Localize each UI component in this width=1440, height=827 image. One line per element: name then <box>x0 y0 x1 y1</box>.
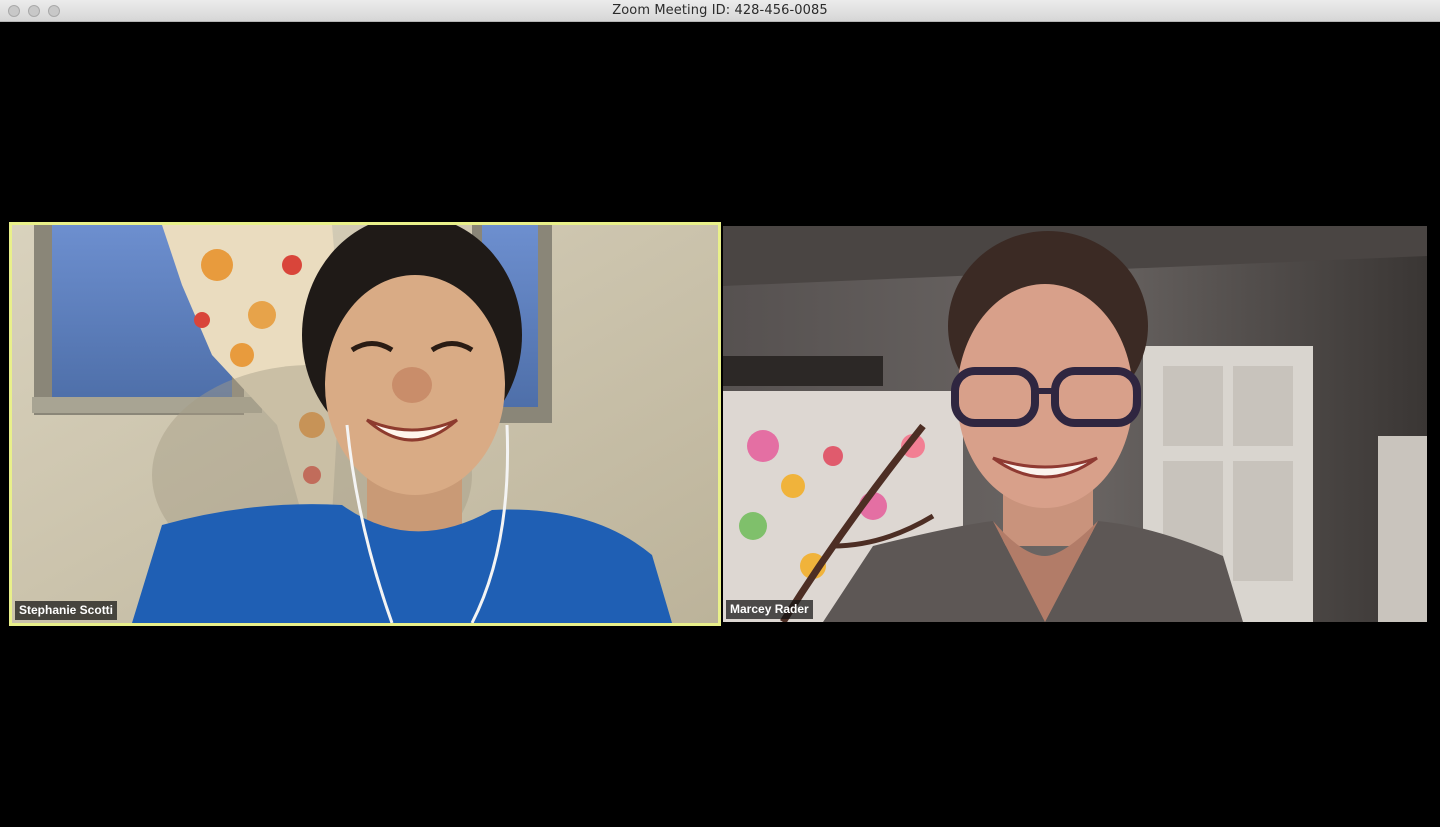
participant-name-label: Marcey Rader <box>726 600 813 619</box>
participant-video-feed <box>12 225 718 623</box>
zoom-window: Zoom Meeting ID: 428-456-0085 Stephanie … <box>0 0 1440 827</box>
window-title: Zoom Meeting ID: 428-456-0085 <box>612 3 828 18</box>
title-bar[interactable]: Zoom Meeting ID: 428-456-0085 <box>0 0 1440 22</box>
video-tile-stephanie-scotti[interactable]: Stephanie Scotti <box>9 222 721 626</box>
participant-name-label: Stephanie Scotti <box>15 601 118 620</box>
participant-video-feed <box>723 226 1427 622</box>
video-gallery: Stephanie Scotti Marcey Rader <box>0 22 1440 827</box>
video-tile-marcey-rader[interactable]: Marcey Rader <box>723 226 1427 622</box>
